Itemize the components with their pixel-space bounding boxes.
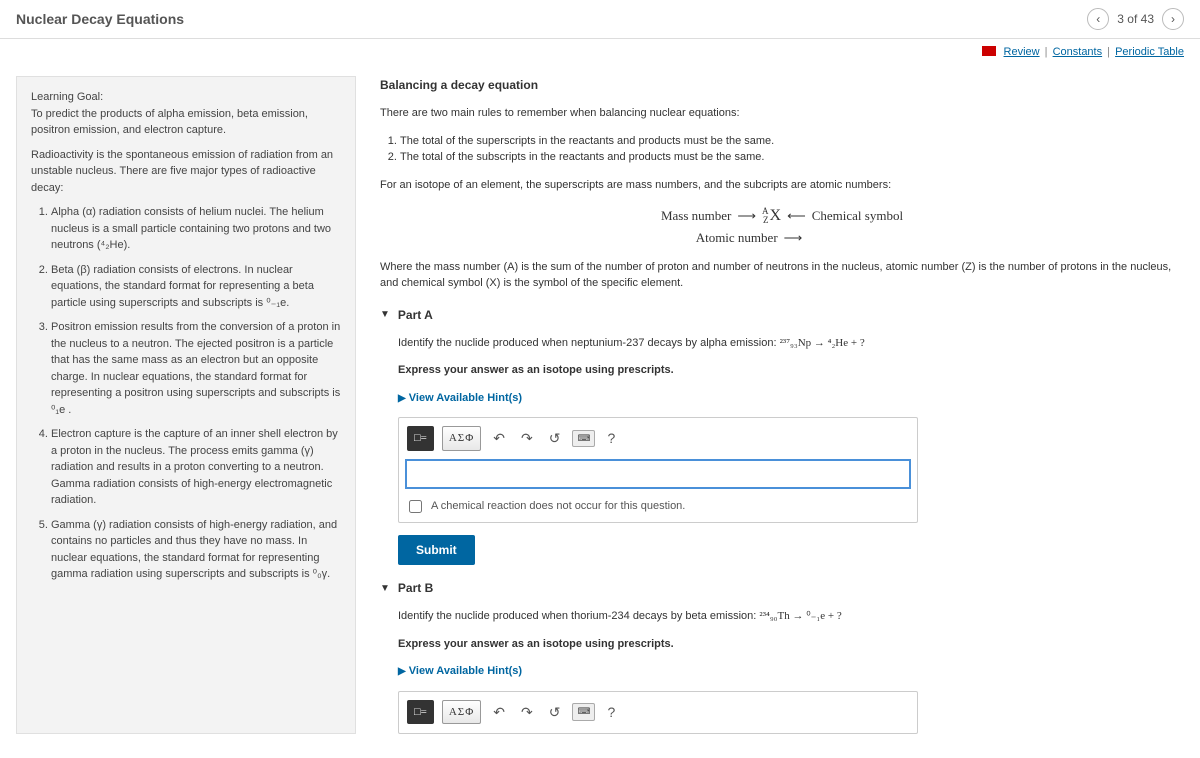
next-button[interactable]: ›: [1162, 8, 1184, 30]
main-content: Balancing a decay equation There are two…: [380, 76, 1184, 734]
isotope-line: For an isotope of an element, the supers…: [380, 177, 1184, 194]
answer-box-a: □= ΑΣΦ ↶ ↷ ↺ ⌨ ? A chemical reaction doe…: [398, 417, 918, 523]
answer-box-b: □= ΑΣΦ ↶ ↷ ↺ ⌨ ?: [398, 691, 918, 734]
decay-type-list: Alpha (α) radiation consists of helium n…: [31, 204, 341, 583]
keyboard-icon[interactable]: ⌨: [572, 430, 595, 448]
undo-icon[interactable]: ↶: [489, 426, 509, 451]
keyboard-icon[interactable]: ⌨: [572, 703, 595, 721]
answer-toolbar-b: □= ΑΣΦ ↶ ↷ ↺ ⌨ ?: [405, 698, 911, 727]
templates-button[interactable]: □=: [407, 700, 434, 725]
pager-text: 3 of 43: [1117, 12, 1154, 26]
hints-text: View Available Hint(s): [409, 665, 522, 677]
rule-item: The total of the subscripts in the react…: [400, 149, 1184, 166]
list-item: Positron emission results from the conve…: [51, 319, 341, 418]
notation-diagram: Mass number ⟶ AZX ⟵ Chemical symbol Atom…: [380, 204, 1184, 248]
reset-icon[interactable]: ↺: [545, 700, 565, 725]
prev-button[interactable]: ‹: [1087, 8, 1109, 30]
redo-icon[interactable]: ↷: [517, 426, 537, 451]
mass-label: Mass number: [661, 206, 731, 226]
review-link[interactable]: Review: [1004, 46, 1040, 58]
help-icon[interactable]: ?: [603, 700, 619, 725]
greek-button[interactable]: ΑΣΦ: [442, 700, 481, 725]
rules-list: The total of the superscripts in the rea…: [400, 133, 1184, 166]
part-b-label: Part B: [398, 579, 433, 597]
intro-text: Radioactivity is the spontaneous emissio…: [31, 147, 341, 197]
page-title: Nuclear Decay Equations: [16, 11, 184, 27]
redo-icon[interactable]: ↷: [517, 700, 537, 725]
lg-text: To predict the products of alpha emissio…: [31, 108, 308, 137]
part-b-header[interactable]: ▼ Part B: [380, 579, 1184, 597]
part-b-question: Identify the nuclide produced when thori…: [398, 610, 756, 622]
caret-down-icon: ▼: [380, 307, 390, 322]
answer-toolbar-a: □= ΑΣΦ ↶ ↷ ↺ ⌨ ?: [405, 424, 911, 453]
hints-link-a[interactable]: ▶ View Available Hint(s): [398, 390, 1176, 407]
balancing-title: Balancing a decay equation: [380, 76, 1184, 94]
submit-button-a[interactable]: Submit: [398, 535, 475, 565]
link-bar: Review | Constants | Periodic Table: [0, 39, 1200, 64]
list-item: Gamma (γ) radiation consists of high-ene…: [51, 517, 341, 583]
undo-icon[interactable]: ↶: [489, 700, 509, 725]
learning-goal-panel: Learning Goal: To predict the products o…: [16, 76, 356, 734]
answer-input-a[interactable]: [405, 459, 911, 489]
flag-icon: [982, 46, 996, 56]
help-icon[interactable]: ?: [603, 426, 619, 451]
part-a-equation: ²³⁷₉₃Np → ⁴₂He + ?: [780, 337, 865, 349]
lg-label: Learning Goal:: [31, 91, 103, 103]
part-b-equation: ²³⁴₉₀Th → ⁰₋₁e + ?: [759, 610, 841, 622]
hints-text: View Available Hint(s): [409, 392, 522, 404]
part-a-label: Part A: [398, 306, 433, 324]
list-item: Electron capture is the capture of an in…: [51, 426, 341, 509]
constants-link[interactable]: Constants: [1053, 46, 1103, 58]
part-a-question: Identify the nuclide produced when neptu…: [398, 337, 777, 349]
reset-icon[interactable]: ↺: [545, 426, 565, 451]
pager: ‹ 3 of 43 ›: [1087, 8, 1184, 30]
part-b-body: Identify the nuclide produced when thori…: [380, 608, 1184, 734]
balancing-intro: There are two main rules to remember whe…: [380, 105, 1184, 122]
where-text: Where the mass number (A) is the sum of …: [380, 259, 1184, 292]
atomic-label: Atomic number: [696, 228, 778, 248]
periodic-table-link[interactable]: Periodic Table: [1115, 46, 1184, 58]
no-reaction-checkbox[interactable]: [409, 500, 422, 513]
list-item: Beta (β) radiation consists of electrons…: [51, 262, 341, 312]
caret-down-icon: ▼: [380, 581, 390, 596]
chem-label: Chemical symbol: [812, 206, 903, 226]
templates-button[interactable]: □=: [407, 426, 434, 451]
part-a-body: Identify the nuclide produced when neptu…: [380, 335, 1184, 566]
express-a: Express your answer as an isotope using …: [398, 364, 674, 376]
no-reaction-label: A chemical reaction does not occur for t…: [431, 498, 685, 515]
express-b: Express your answer as an isotope using …: [398, 638, 674, 650]
page-header: Nuclear Decay Equations ‹ 3 of 43 ›: [0, 0, 1200, 39]
rule-item: The total of the superscripts in the rea…: [400, 133, 1184, 150]
part-a-header[interactable]: ▼ Part A: [380, 306, 1184, 324]
list-item: Alpha (α) radiation consists of helium n…: [51, 204, 341, 254]
hints-link-b[interactable]: ▶ View Available Hint(s): [398, 663, 1176, 680]
greek-button[interactable]: ΑΣΦ: [442, 426, 481, 451]
